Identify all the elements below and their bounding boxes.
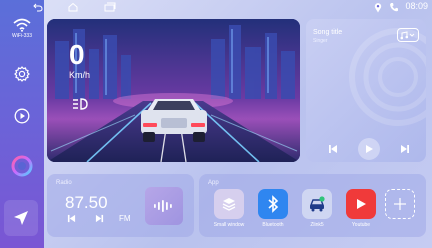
- app-tile: [346, 189, 376, 219]
- sound-wave-icon: [154, 200, 172, 212]
- app-name: Youtube: [351, 222, 371, 228]
- radio-card[interactable]: Radio 87.50 FM: [47, 174, 194, 237]
- playlist-icon: [400, 30, 415, 39]
- app-zlink5[interactable]: Zlink5: [295, 189, 339, 228]
- sidebar-item-wifi[interactable]: WiFi-333: [0, 18, 44, 39]
- app-tile: [258, 189, 288, 219]
- zlink-car-icon: [309, 196, 325, 212]
- sidebar-item-media[interactable]: [0, 108, 44, 124]
- speed-value: 0: [69, 39, 85, 70]
- play-icon: [366, 145, 373, 153]
- app-tile: [214, 189, 244, 219]
- app-youtube[interactable]: Youtube: [339, 189, 383, 228]
- location-icon: [374, 3, 382, 13]
- phone-icon: [390, 3, 398, 12]
- play-button[interactable]: [358, 138, 380, 160]
- next-station-icon[interactable]: [95, 214, 104, 223]
- app-card: App Small window Bluetooth Zlink5 Youtub…: [199, 174, 426, 237]
- add-app-button[interactable]: [385, 189, 415, 219]
- bluetooth-icon: [268, 195, 279, 213]
- song-title: Song title: [313, 29, 343, 36]
- radio-frequency: 87.50: [65, 193, 108, 212]
- app-name: Bluetooth: [262, 222, 284, 228]
- speed-unit: Km/h: [69, 70, 91, 80]
- radio-wave-tile: [145, 187, 183, 225]
- app-name: Zlink5: [310, 222, 324, 228]
- radio-band: FM: [119, 214, 131, 223]
- status-bar: 08:09: [33, 0, 432, 16]
- wifi-icon: [13, 18, 31, 32]
- headlight-icon: [73, 98, 88, 110]
- app-name: Small window: [213, 222, 245, 228]
- sidebar-item-settings[interactable]: [0, 66, 44, 82]
- back-icon[interactable]: [33, 2, 43, 12]
- sidebar-item-navigation[interactable]: [4, 200, 38, 236]
- plus-icon: [394, 198, 406, 210]
- app-bluetooth[interactable]: Bluetooth: [251, 189, 295, 228]
- music-card[interactable]: Song title Singer: [306, 19, 426, 162]
- music-controls: [324, 138, 414, 160]
- radio-label: Radio: [56, 180, 72, 186]
- wifi-label: WiFi-333: [11, 33, 32, 39]
- settings-icon: [14, 66, 30, 82]
- previous-station-icon[interactable]: [67, 214, 76, 223]
- speed-readout: 0 Km/h: [69, 39, 91, 81]
- app-small-window[interactable]: Small window: [207, 189, 251, 228]
- previous-icon[interactable]: [328, 144, 338, 154]
- sidebar: WiFi-333: [0, 0, 44, 248]
- next-icon[interactable]: [400, 144, 410, 154]
- sidebar-item-assistant[interactable]: [0, 154, 44, 178]
- layers-icon: [222, 198, 236, 211]
- recent-apps-icon[interactable]: [104, 2, 116, 12]
- home-icon[interactable]: [68, 2, 78, 12]
- play-icon: [14, 108, 30, 124]
- app-label: App: [208, 180, 219, 186]
- navigation-icon: [14, 211, 28, 225]
- app-tile: [302, 189, 332, 219]
- playlist-button[interactable]: [397, 28, 419, 42]
- singer-name: Singer: [313, 38, 328, 44]
- youtube-icon: [357, 199, 366, 209]
- dashboard-card[interactable]: 0 Km/h: [47, 19, 300, 162]
- assistant-icon: [11, 155, 33, 177]
- clock: 08:09: [405, 1, 428, 11]
